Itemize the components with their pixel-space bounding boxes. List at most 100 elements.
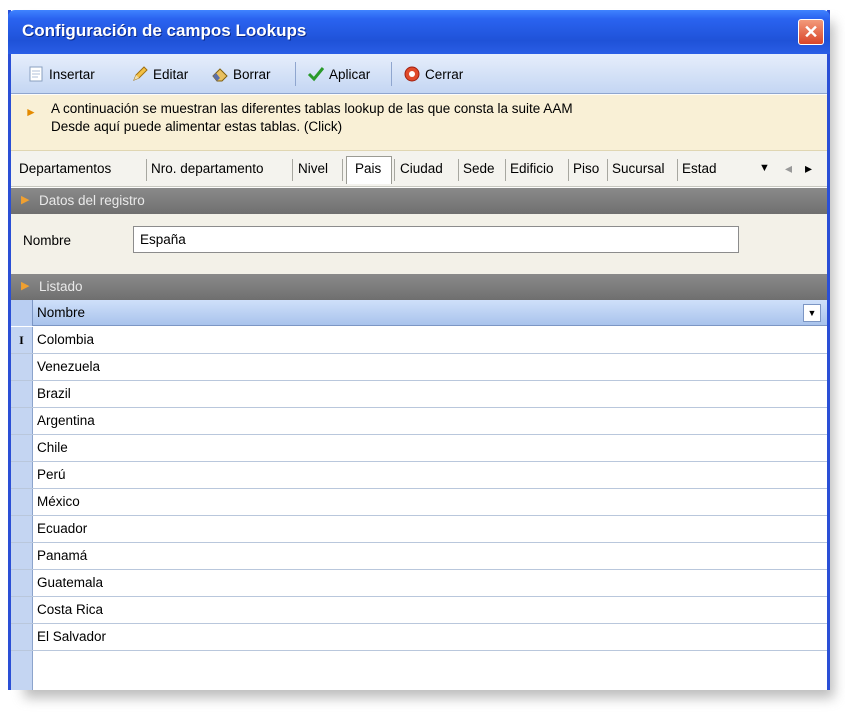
column-filter-dropdown-icon[interactable]: ▼: [803, 304, 821, 322]
tabs-prev-icon[interactable]: ◂: [785, 160, 792, 177]
insert-icon: [29, 66, 43, 82]
edit-label: Editar: [153, 66, 189, 82]
row-cell: Guatemala: [37, 575, 104, 590]
column-header-nombre[interactable]: Nombre: [37, 305, 85, 320]
lookup-grid: Nombre ▼ I Colombia Venezuela Brazil Arg…: [11, 300, 827, 690]
tab-piso[interactable]: Piso: [573, 161, 599, 176]
table-row[interactable]: México: [11, 489, 827, 516]
close-window-button[interactable]: ✕: [798, 19, 824, 45]
row-cell: Perú: [37, 467, 66, 482]
row-indicator-header: [11, 300, 33, 326]
row-cell: El Salvador: [37, 629, 107, 644]
lookup-tabs: Departamentos Nro. departamento Nivel Pa…: [11, 151, 827, 187]
tabs-next-icon[interactable]: ▸: [805, 160, 812, 177]
table-row[interactable]: I Colombia: [11, 327, 827, 354]
grid-empty-area: [11, 651, 33, 690]
record-section-title: Datos del registro: [39, 193, 145, 208]
name-field-label: Nombre: [23, 233, 72, 248]
row-selector[interactable]: [11, 543, 33, 569]
table-row[interactable]: Venezuela: [11, 354, 827, 381]
expand-arrow-icon: ▶: [21, 280, 30, 292]
tab-pais[interactable]: Pais: [355, 161, 381, 176]
row-cell: Brazil: [37, 386, 71, 401]
table-row[interactable]: Argentina: [11, 408, 827, 435]
tab-sede[interactable]: Sede: [463, 161, 495, 176]
row-selector[interactable]: [11, 354, 33, 380]
row-cell: Ecuador: [37, 521, 88, 536]
record-form: Nombre: [11, 214, 827, 274]
tabs-dropdown-icon[interactable]: ▼: [759, 162, 770, 174]
table-row[interactable]: Guatemala: [11, 570, 827, 597]
info-text-line1: A continuación se muestran las diferente…: [51, 101, 573, 116]
tab-nivel[interactable]: Nivel: [298, 161, 328, 176]
row-selector[interactable]: [11, 516, 33, 542]
tab-separator: [505, 159, 506, 181]
row-cell: Panamá: [37, 548, 88, 563]
table-row[interactable]: Perú: [11, 462, 827, 489]
row-selector[interactable]: [11, 462, 33, 488]
tab-separator: [458, 159, 459, 181]
tab-separator: [146, 159, 147, 181]
title-bar[interactable]: Configuración de campos Lookups ✕: [8, 10, 830, 54]
name-field[interactable]: [133, 226, 739, 253]
row-selector[interactable]: [11, 435, 33, 461]
row-selector[interactable]: [11, 381, 33, 407]
grid-header: Nombre ▼: [11, 300, 827, 326]
insert-button[interactable]: Insertar: [27, 64, 95, 84]
row-selector[interactable]: [11, 570, 33, 596]
info-text-line2: Desde aquí puede alimentar estas tablas.…: [51, 119, 343, 134]
lookup-config-window: Configuración de campos Lookups ✕ Insert…: [8, 10, 830, 690]
delete-button[interactable]: Borrar: [211, 64, 271, 84]
tab-separator: [607, 159, 608, 181]
row-cell: Costa Rica: [37, 602, 104, 617]
info-bar[interactable]: ► A continuación se muestran las diferen…: [11, 95, 827, 151]
window-title: Configuración de campos Lookups: [22, 21, 307, 40]
toolbar: Insertar Editar Borrar Aplicar Cerrar: [11, 54, 827, 94]
insert-label: Insertar: [49, 66, 95, 82]
row-selector[interactable]: [11, 597, 33, 623]
table-row[interactable]: Chile: [11, 435, 827, 462]
edit-icon: [133, 66, 148, 81]
tab-estad[interactable]: Estad: [682, 161, 717, 176]
record-section-header[interactable]: ▶ Datos del registro: [11, 188, 827, 214]
tab-sucursal[interactable]: Sucursal: [612, 161, 665, 176]
table-row[interactable]: Costa Rica: [11, 597, 827, 624]
tab-edificio[interactable]: Edificio: [510, 161, 554, 176]
current-row-indicator-icon: I: [11, 327, 33, 353]
close-label: Cerrar: [425, 66, 464, 82]
table-row[interactable]: Brazil: [11, 381, 827, 408]
delete-label: Borrar: [233, 66, 271, 82]
row-selector[interactable]: [11, 624, 33, 650]
tab-separator: [394, 159, 395, 181]
eraser-icon: [212, 68, 228, 82]
apply-button[interactable]: Aplicar: [307, 64, 370, 84]
toolbar-separator: [391, 62, 392, 86]
tab-separator: [677, 159, 678, 181]
row-cell: Venezuela: [37, 359, 101, 374]
tab-ciudad[interactable]: Ciudad: [400, 161, 443, 176]
row-selector[interactable]: [11, 408, 33, 434]
info-arrow-icon: ►: [25, 105, 37, 119]
table-row[interactable]: Ecuador: [11, 516, 827, 543]
toolbar-separator: [295, 62, 296, 86]
edit-button[interactable]: Editar: [131, 64, 188, 84]
tab-separator: [292, 159, 293, 181]
tab-nro-departamento[interactable]: Nro. departamento: [151, 161, 264, 176]
cancel-icon: [404, 66, 420, 82]
tab-departamentos[interactable]: Departamentos: [19, 161, 111, 176]
row-cell: México: [37, 494, 80, 509]
table-row[interactable]: Panamá: [11, 543, 827, 570]
expand-arrow-icon: ▶: [21, 194, 30, 206]
list-section-title: Listado: [39, 279, 83, 294]
apply-label: Aplicar: [329, 66, 371, 82]
checkmark-icon: [307, 67, 325, 82]
row-cell: Argentina: [37, 413, 95, 428]
row-cell: Colombia: [37, 332, 95, 347]
list-section-header[interactable]: ▶ Listado: [11, 274, 827, 300]
table-row[interactable]: El Salvador: [11, 624, 827, 651]
row-cell: Chile: [37, 440, 68, 455]
row-selector[interactable]: [11, 489, 33, 515]
tab-separator: [568, 159, 569, 181]
close-button[interactable]: Cerrar: [403, 64, 463, 84]
tab-separator: [342, 159, 343, 181]
